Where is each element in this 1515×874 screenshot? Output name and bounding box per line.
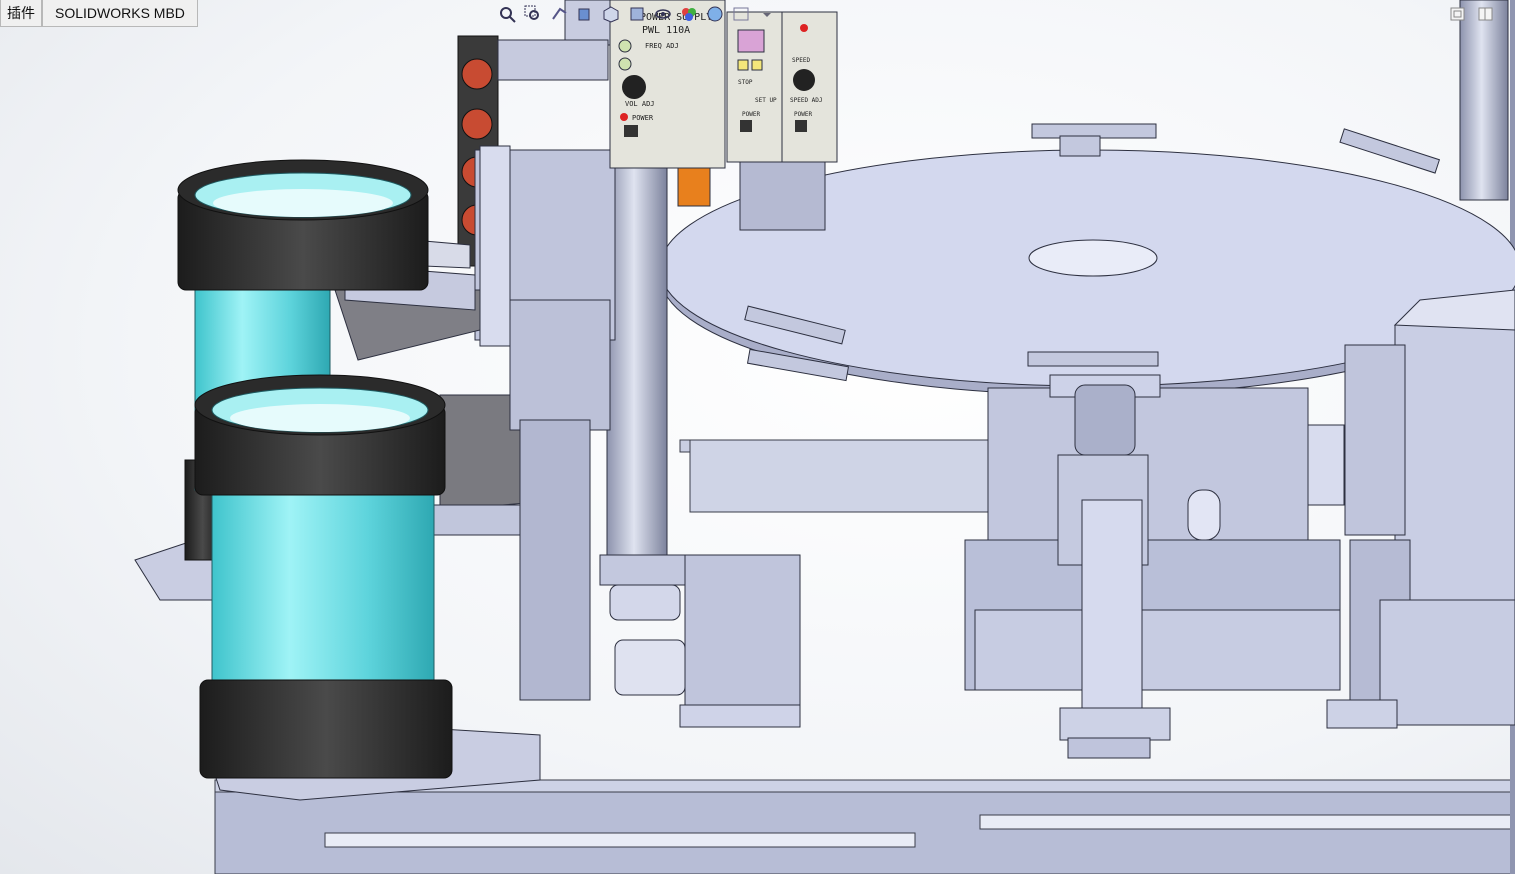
tab-add-ins[interactable]: 插件: [0, 0, 42, 27]
display-style-icon[interactable]: [626, 3, 648, 25]
maximize-pane-icon[interactable]: [1478, 6, 1494, 22]
panel-mid-label-stop: STOP: [738, 79, 753, 86]
power-supply-panel-mid[interactable]: STOP SET UP POWER: [726, 11, 783, 163]
assembly-model[interactable]: POWER SUPPLY PWL 110A FREQ ADJ VOL ADJ P…: [0, 0, 1515, 874]
section-view-icon[interactable]: [574, 3, 596, 25]
command-manager-tabs: 插件 SOLIDWORKS MBD: [0, 0, 198, 28]
heads-up-view-toolbar: [496, 3, 778, 27]
toolbar-dropdown-icon[interactable]: [756, 3, 778, 25]
panel-right-label-speed: SPEED: [792, 57, 810, 64]
panel-mid-label-setup: SET UP: [755, 97, 777, 104]
base-frame[interactable]: [214, 779, 1515, 874]
table-drive-box[interactable]: [964, 387, 1345, 691]
apply-scene-icon[interactable]: [704, 3, 726, 25]
right-station[interactable]: [1326, 0, 1515, 729]
previous-view-icon[interactable]: [548, 3, 570, 25]
orange-bracket[interactable]: [677, 167, 711, 207]
panel-right-label-power: POWER: [794, 111, 812, 118]
power-supply-panel-right[interactable]: SPEED SPEED ADJ POWER: [781, 11, 838, 163]
zoom-to-fit-icon[interactable]: [496, 3, 518, 25]
graphics-area[interactable]: POWER SUPPLY PWL 110A FREQ ADJ VOL ADJ P…: [0, 0, 1515, 874]
panel-right-label-speed-adj: SPEED ADJ: [790, 97, 823, 104]
panel-mount[interactable]: [739, 161, 826, 231]
hide-show-items-icon[interactable]: [652, 3, 674, 25]
panel-main-label-freq: FREQ ADJ: [645, 42, 679, 50]
panel-mid-label-power: POWER: [742, 111, 760, 118]
view-orientation-icon[interactable]: [600, 3, 622, 25]
panel-main-label-power: POWER: [632, 114, 654, 122]
zoom-to-area-icon[interactable]: [522, 3, 544, 25]
edit-appearance-icon[interactable]: [678, 3, 700, 25]
restore-pane-icon[interactable]: [1450, 6, 1466, 22]
tab-solidworks-mbd[interactable]: SOLIDWORKS MBD: [42, 0, 198, 27]
panel-main-label-vol: VOL ADJ: [625, 100, 655, 108]
view-settings-icon[interactable]: [730, 3, 752, 25]
